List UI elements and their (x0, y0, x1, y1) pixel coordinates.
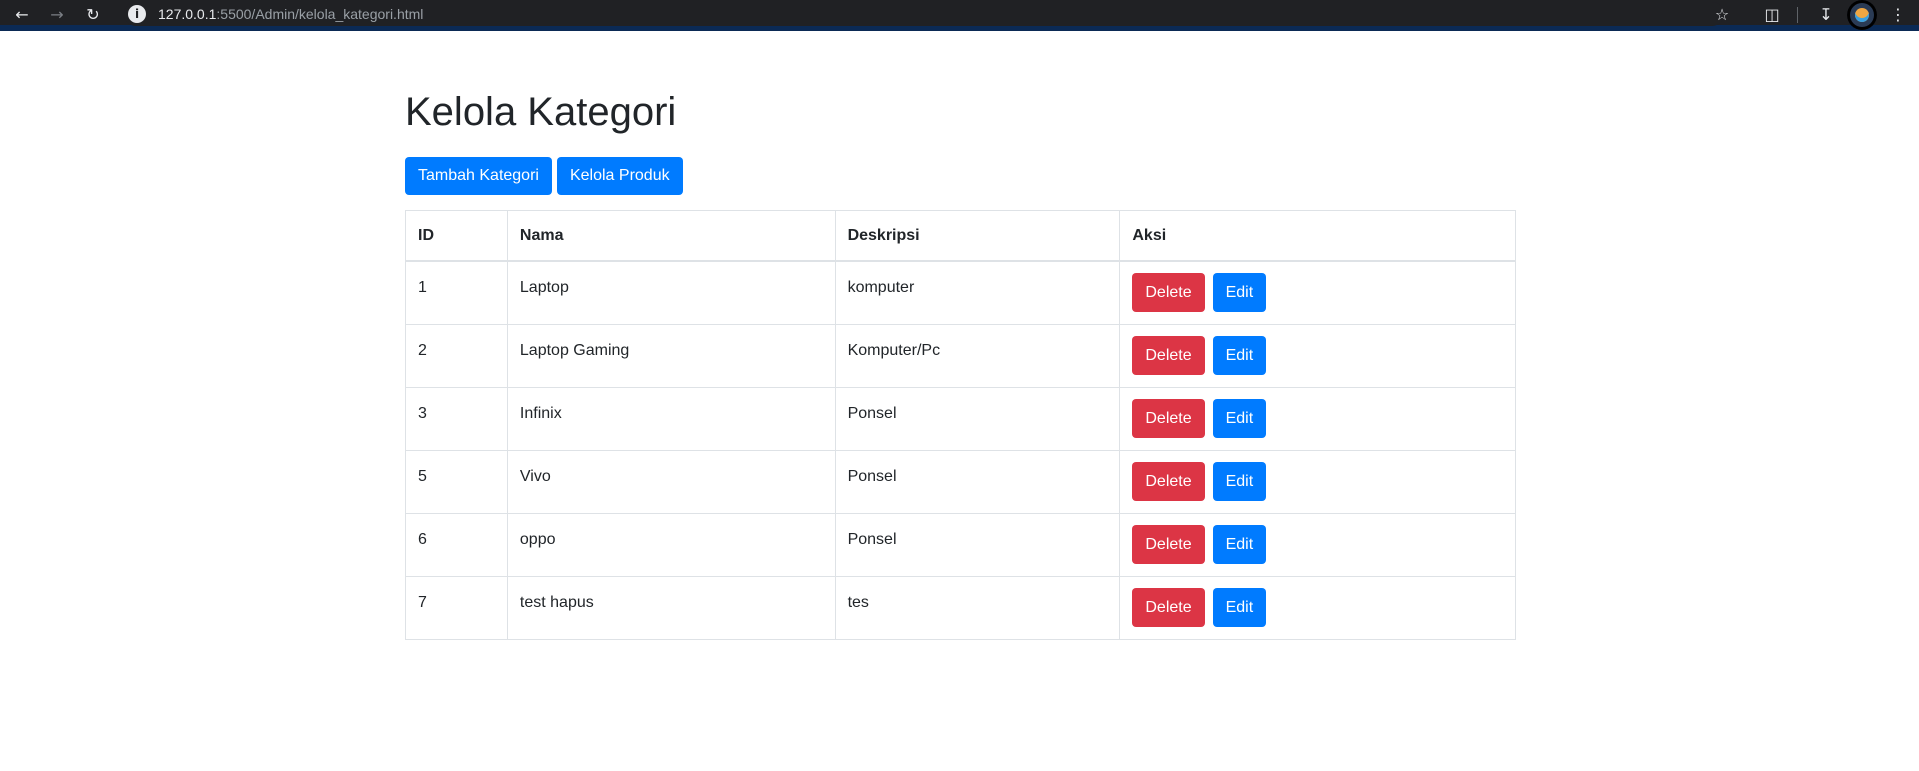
cell-id: 1 (405, 260, 508, 325)
star-icon[interactable]: ☆ (1708, 2, 1736, 28)
url-text[interactable]: 127.0.0.1:5500/Admin/kelola_kategori.htm… (158, 6, 423, 22)
table-row: 7 test hapus tes Delete Edit (405, 575, 1516, 640)
table-row: 3 Infinix Ponsel Delete Edit (405, 386, 1516, 451)
table-row: 1 Laptop komputer Delete Edit (405, 260, 1516, 325)
cell-id: 7 (405, 575, 508, 640)
url-path: :5500/Admin/kelola_kategori.html (216, 6, 424, 22)
cell-nama: Laptop Gaming (506, 323, 836, 388)
cell-deskripsi: Ponsel (834, 449, 1121, 514)
cell-deskripsi: Ponsel (834, 512, 1121, 577)
toolbar-divider (1797, 7, 1798, 23)
cell-id: 5 (405, 449, 508, 514)
delete-button[interactable]: Delete (1132, 524, 1205, 564)
table-row: 5 Vivo Ponsel Delete Edit (405, 449, 1516, 514)
cell-deskripsi: komputer (834, 260, 1121, 325)
header-nama: Nama (506, 210, 836, 262)
action-buttons: Tambah Kategori Kelola Produk (405, 157, 683, 195)
delete-button[interactable]: Delete (1132, 398, 1205, 438)
table-row: 6 oppo Ponsel Delete Edit (405, 512, 1516, 577)
edit-button[interactable]: Edit (1212, 587, 1267, 627)
edit-button[interactable]: Edit (1212, 335, 1267, 375)
cell-aksi: Delete Edit (1119, 449, 1516, 514)
edit-button[interactable]: Edit (1212, 398, 1267, 438)
reload-icon[interactable]: ↻ (79, 2, 107, 28)
cell-nama: Laptop (506, 260, 836, 325)
cell-id: 2 (405, 323, 508, 388)
site-info-icon[interactable]: i (128, 5, 146, 23)
cell-nama: Vivo (506, 449, 836, 514)
url-host: 127.0.0.1 (158, 6, 217, 22)
delete-button[interactable]: Delete (1132, 461, 1205, 501)
cell-aksi: Delete Edit (1119, 512, 1516, 577)
extensions-icon[interactable]: ◫ (1758, 2, 1786, 28)
cell-id: 6 (405, 512, 508, 577)
delete-button[interactable]: Delete (1132, 335, 1205, 375)
cell-nama: Infinix (506, 386, 836, 451)
cell-aksi: Delete Edit (1119, 323, 1516, 388)
back-icon[interactable]: ← (8, 2, 36, 28)
delete-button[interactable]: Delete (1132, 273, 1205, 312)
table-header-row: ID Nama Deskripsi Aksi (405, 210, 1516, 262)
header-aksi: Aksi (1119, 210, 1516, 262)
edit-button[interactable]: Edit (1212, 461, 1267, 501)
profile-avatar[interactable] (1847, 0, 1877, 30)
cell-aksi: Delete Edit (1119, 386, 1516, 451)
cell-deskripsi: tes (834, 575, 1121, 640)
cell-id: 3 (405, 386, 508, 451)
cell-nama: oppo (506, 512, 836, 577)
more-icon[interactable]: ⋮ (1884, 2, 1912, 28)
address-bar[interactable]: i 127.0.0.1:5500/Admin/kelola_kategori.h… (124, 2, 1724, 26)
manage-products-button[interactable]: Kelola Produk (556, 157, 683, 195)
add-category-button[interactable]: Tambah Kategori (405, 157, 552, 195)
header-deskripsi: Deskripsi (834, 210, 1121, 262)
delete-button[interactable]: Delete (1132, 587, 1205, 627)
cell-aksi: Delete Edit (1119, 575, 1516, 640)
download-icon[interactable]: ↧ (1812, 2, 1840, 28)
cell-deskripsi: Ponsel (834, 386, 1121, 451)
cell-nama: test hapus (506, 575, 836, 640)
edit-button[interactable]: Edit (1212, 524, 1267, 564)
cell-deskripsi: Komputer/Pc (834, 323, 1121, 388)
page-title: Kelola Kategori (405, 90, 677, 134)
cell-aksi: Delete Edit (1119, 260, 1516, 325)
table-row: 2 Laptop Gaming Komputer/Pc Delete Edit (405, 323, 1516, 388)
header-id: ID (405, 210, 508, 262)
browser-toolbar: ← → ↻ i 127.0.0.1:5500/Admin/kelola_kate… (0, 0, 1919, 31)
edit-button[interactable]: Edit (1212, 273, 1267, 312)
category-table: ID Nama Deskripsi Aksi 1 Laptop komputer… (405, 210, 1516, 640)
forward-icon[interactable]: → (43, 2, 71, 28)
